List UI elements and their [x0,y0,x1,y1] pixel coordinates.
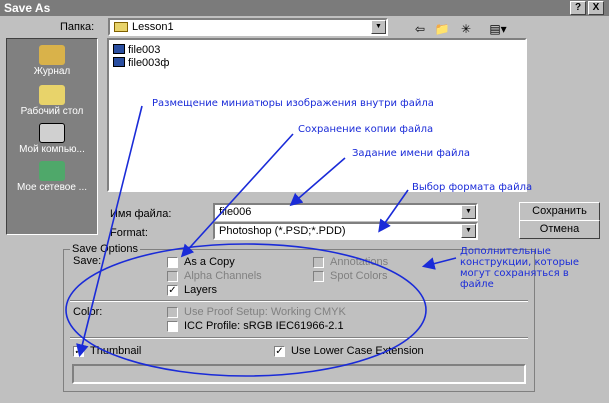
help-button[interactable]: ? [570,1,586,15]
desktop-icon [39,85,65,105]
divider [70,300,528,302]
chevron-down-icon[interactable]: ▼ [461,205,476,219]
extra-annotation: Дополнительные конструкции, которые могу… [460,246,579,290]
my-computer-icon [39,123,65,143]
list-item[interactable]: file003 [113,44,160,56]
format-dropdown[interactable]: Photoshop (*.PSD;*.PDD) ▼ [213,222,478,240]
save-button[interactable]: Сохранить [519,202,600,221]
psd-file-icon [113,44,125,54]
format-label: Format: [110,227,148,239]
format-annotation: Выбор формата файла [412,182,533,193]
chevron-down-icon[interactable]: ▼ [461,224,476,238]
places-bar: Журнал Рабочий стол Мой компью... Мое се… [6,38,98,235]
file-list[interactable]: file003 file003ф [107,38,527,192]
lookin-label: Папка: [60,21,95,33]
status-field [72,364,526,384]
new-folder-icon[interactable]: ✳ [456,20,476,38]
thumbnail-annotation: Размещение миниатюры изображения внутри … [152,98,434,109]
network-icon [39,161,65,181]
close-button[interactable]: X [588,1,604,15]
lookin-value: Lesson1 [132,21,174,33]
psd-file-icon [113,57,125,67]
copy-annotation: Сохранение копии файла [298,124,434,135]
back-icon[interactable]: ⇦ [410,20,430,38]
save-options-legend: Save Options [70,243,141,255]
format-value: Photoshop (*.PSD;*.PDD) [219,225,346,237]
place-desktop[interactable]: Рабочий стол [7,85,97,117]
filename-field[interactable]: file006 ▼ [213,203,478,221]
title-bar: Save As ? X [0,0,609,16]
place-my-computer[interactable]: Мой компью... [7,123,97,155]
history-icon [39,45,65,65]
window-title: Save As [4,1,51,15]
save-label: Save: [73,255,102,267]
name-annotation: Задание имени файла [352,148,471,159]
view-menu-icon[interactable]: ▤▾ [484,20,512,38]
place-history[interactable]: Журнал [7,45,97,77]
up-folder-icon[interactable]: 📁 [432,20,452,38]
filename-label: Имя файла: [110,208,172,220]
folder-icon [114,22,128,32]
lookin-dropdown[interactable]: Lesson1 ▼ [108,18,388,36]
color-label: Color: [73,306,103,318]
list-item[interactable]: file003ф [113,57,169,69]
chevron-down-icon[interactable]: ▼ [371,20,386,34]
cancel-button[interactable]: Отмена [519,220,600,239]
filename-value: file006 [219,206,252,218]
divider [70,337,528,339]
place-network[interactable]: Мое сетевое ... [7,161,97,193]
